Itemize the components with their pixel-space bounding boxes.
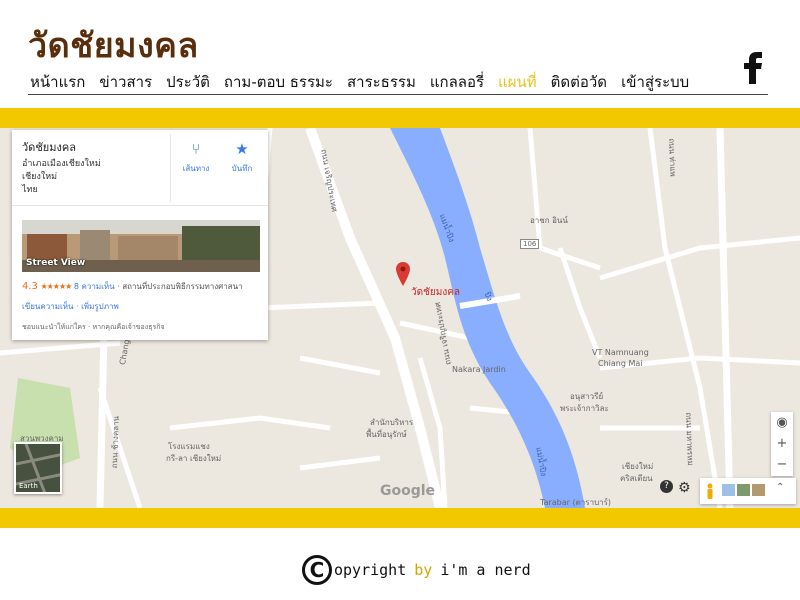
road-label-chang-klan-th: ถนน ช้างคลาน	[109, 415, 121, 469]
rating-stars: ★★★★★	[40, 282, 72, 291]
site-title: วัดชัยมงคล	[28, 26, 199, 66]
main-nav: หน้าแรก ข่าวสาร ประวัติ ถาม-ตอบ ธรรมะ สา…	[30, 70, 689, 94]
zoom-in-button[interactable]: +	[771, 433, 793, 454]
rating-score: 4.3	[22, 281, 38, 292]
reviews-link[interactable]: 8 ความเห็น	[74, 282, 115, 291]
help-icon[interactable]: ?	[660, 480, 673, 493]
zoom-out-button[interactable]: −	[771, 454, 793, 475]
place-label-vt-2: Chiang Mai	[598, 359, 643, 368]
road-label-thaphae: ถนน ท่าแพ	[667, 138, 678, 177]
expand-icon[interactable]: ⌃	[776, 482, 784, 493]
directions-button[interactable]: ⑂ เส้นทาง	[174, 140, 218, 175]
card-separator	[170, 134, 171, 202]
copyright-icon: C	[302, 555, 332, 585]
nav-item-home[interactable]: หน้าแรก	[30, 70, 85, 94]
place-label-monument-2: พระเจ้ากาวิละ	[560, 404, 609, 413]
zoom-control: ◉ + −	[771, 412, 793, 476]
copyright-word: opyright	[334, 561, 407, 579]
nav-item-dharma-qa[interactable]: ถาม-ตอบ ธรรมะ	[224, 70, 333, 94]
road-label-mahaprom: ถนน มหาพรหม	[684, 412, 695, 466]
place-name[interactable]: วัดชัยมงคล	[22, 138, 76, 156]
compass-icon[interactable]: ◉	[771, 412, 793, 433]
earth-view-toggle[interactable]: Earth	[14, 442, 62, 494]
facebook-icon[interactable]	[738, 46, 768, 84]
nav-item-contact[interactable]: ติดต่อวัด	[551, 70, 607, 94]
place-label-nakara: Nakara Jardin	[452, 365, 506, 374]
place-label-office-2: พื้นที่อนุรักษ์	[366, 430, 407, 439]
directions-label: เส้นทาง	[182, 164, 210, 173]
gear-icon[interactable]: ⚙	[678, 480, 691, 496]
place-category: · สถานที่ประกอบพิธีกรรมทางศาสนา	[117, 282, 243, 291]
star-icon: ★	[235, 140, 249, 158]
pegman-icon[interactable]	[706, 483, 714, 499]
imagery-thumbnails[interactable]	[722, 484, 766, 496]
write-review-links[interactable]: เขียนความเห็น · เพิ่มรูปภาพ	[22, 300, 119, 313]
place-info-card: วัดชัยมงคล อำเภอเมืองเชียงใหม่ เชียงใหม่…	[12, 130, 268, 340]
copyright-footer: C opyright by i'm a nerd	[302, 555, 531, 585]
map-frame-top	[0, 108, 800, 128]
map-frame-bottom	[0, 508, 800, 528]
place-label-vt-1: VT Namnuang	[592, 348, 649, 357]
place-label-cm-2: คริสเตียน	[620, 474, 653, 483]
address-line-2: เชียงใหม่	[22, 172, 58, 182]
nav-item-map[interactable]: แผนที่	[498, 70, 537, 94]
place-label-hotel-2: กรี-ลา เชียงใหม่	[166, 454, 222, 463]
owner-hint: ชอบแนะนำให้แก่ใคร · หากคุณคือเจ้าของธุรก…	[22, 323, 165, 331]
street-view-label: Street View	[26, 258, 86, 268]
nav-item-dharma-content[interactable]: สาระธรรม	[347, 70, 416, 94]
place-label-tarabar: Tarabar (ตาราบาร์)	[540, 498, 612, 507]
copyright-by: by	[414, 561, 433, 579]
directions-icon: ⑂	[191, 140, 201, 158]
address-line-3: ไทย	[22, 185, 38, 195]
earth-label: Earth	[19, 482, 38, 490]
place-label-inn: อาชก อินน์	[530, 216, 568, 225]
location-pin-icon[interactable]	[396, 262, 410, 286]
nav-divider	[28, 94, 768, 95]
address-line-1: อำเภอเมืองเชียงใหม่	[22, 159, 101, 169]
save-button[interactable]: ★ บันทึก	[220, 140, 264, 175]
embedded-map[interactable]: ถนน เจริญประเทศ แม่น้ำปิง ปิง แม่น้ำปิง …	[0, 128, 800, 508]
save-label: บันทึก	[231, 164, 253, 173]
nav-item-news[interactable]: ข่าวสาร	[99, 70, 152, 94]
place-info-header: วัดชัยมงคล อำเภอเมืองเชียงใหม่ เชียงใหม่…	[12, 130, 268, 206]
rating-row: 4.3 ★★★★★ 8 ความเห็น · สถานที่ประกอบพิธี…	[22, 280, 243, 293]
nav-item-history[interactable]: ประวัติ	[166, 70, 210, 94]
street-view-photo[interactable]: Street View	[22, 220, 260, 272]
nav-item-login[interactable]: เข้าสู่ระบบ	[621, 70, 689, 94]
nav-item-gallery[interactable]: แกลลอรี่	[430, 70, 484, 94]
marker-label[interactable]: วัดชัยมงคล	[411, 285, 460, 300]
google-logo: Google	[380, 483, 436, 499]
route-shield-106: 106	[520, 239, 540, 249]
copyright-author: i'm a nerd	[440, 561, 531, 579]
